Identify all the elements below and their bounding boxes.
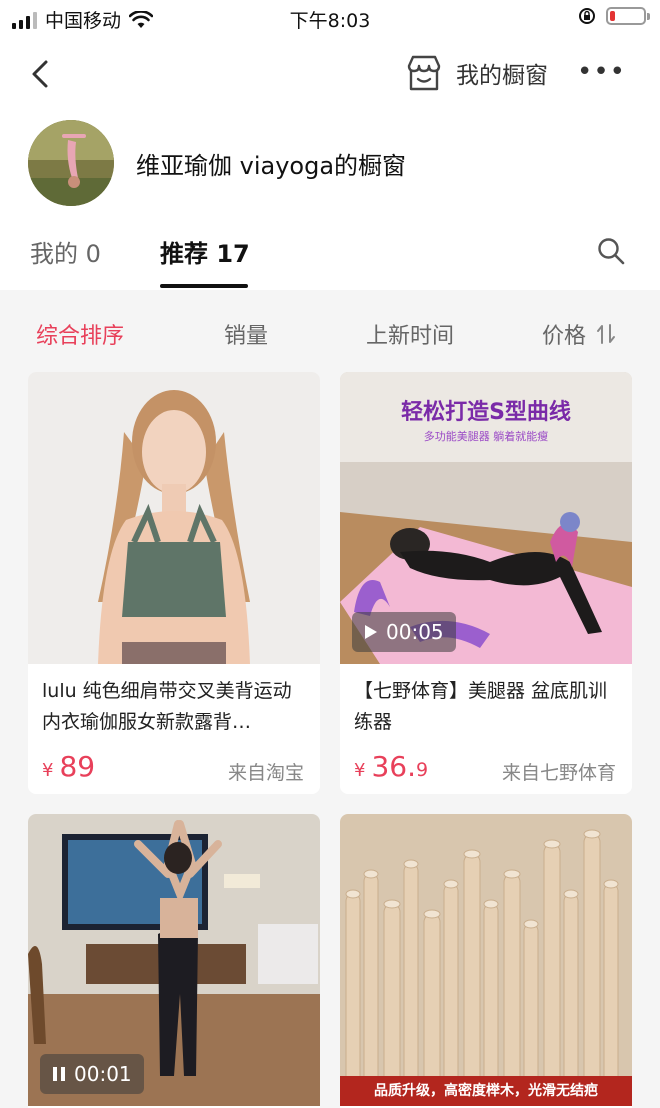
my-showcase-label: 我的橱窗 bbox=[456, 63, 548, 89]
product-card[interactable]: 轻松打造S型曲线 多功能美腿器 躺着就能瘦 00:05 【七野体育】美腿器 盆底… bbox=[340, 372, 632, 794]
promo-headline: 轻松打造S型曲线 bbox=[401, 400, 571, 425]
sort-price[interactable]: 价格 bbox=[542, 318, 616, 350]
back-chevron-icon[interactable] bbox=[22, 56, 58, 92]
status-bar: 中国移动 下午8:03 bbox=[0, 0, 660, 36]
storefront-icon bbox=[407, 55, 441, 91]
video-duration-badge[interactable]: 00:01 bbox=[40, 1054, 144, 1094]
video-duration-badge[interactable]: 00:05 bbox=[352, 612, 456, 652]
price-integer: 36. bbox=[371, 750, 416, 783]
product-title: lulu 纯色细肩带交叉美背运动内衣瑜伽服女新款露背… bbox=[42, 680, 292, 733]
product-source: 来自淘宝 bbox=[227, 762, 304, 784]
product-image-sports-bra[interactable] bbox=[28, 372, 320, 664]
product-footer: ¥89 来自淘宝 bbox=[28, 744, 320, 788]
search-icon[interactable] bbox=[596, 236, 626, 266]
sort-comprehensive[interactable]: 综合排序 bbox=[36, 318, 124, 350]
product-price: ¥36.9 bbox=[354, 750, 428, 783]
currency-symbol: ¥ bbox=[354, 760, 366, 781]
product-image-banner: 品质升级，高密度榉木，光滑无结疤 bbox=[340, 1076, 632, 1106]
sort-price-label: 价格 bbox=[542, 324, 587, 349]
status-right bbox=[578, 7, 650, 25]
sort-sales[interactable]: 销量 bbox=[224, 318, 268, 350]
more-dots-icon[interactable]: ••• bbox=[577, 59, 626, 85]
product-card[interactable]: lulu 纯色细肩带交叉美背运动内衣瑜伽服女新款露背… ¥89 来自淘宝 bbox=[28, 372, 320, 794]
product-image-wooden-sticks[interactable]: 品质升级，高密度榉木，光滑无结疤 bbox=[340, 814, 632, 1106]
battery-icon bbox=[606, 7, 650, 25]
tab-bar: 我的 0 推荐 17 bbox=[0, 226, 660, 290]
product-title: 【七野体育】美腿器 盆底肌训练器 bbox=[354, 680, 608, 733]
promo-subline: 多功能美腿器 躺着就能瘦 bbox=[423, 430, 549, 443]
rotation-lock-icon bbox=[579, 8, 595, 24]
video-duration: 00:05 bbox=[386, 620, 444, 644]
product-image-yoga-video[interactable]: 00:01 bbox=[28, 814, 320, 1106]
shop-name: 维亚瑜伽 viayoga的橱窗 bbox=[136, 152, 407, 180]
play-icon bbox=[365, 625, 377, 639]
sort-newest[interactable]: 上新时间 bbox=[366, 318, 454, 350]
video-duration: 00:01 bbox=[74, 1062, 132, 1086]
pause-icon bbox=[53, 1067, 65, 1081]
product-image-leg-trainer[interactable]: 轻松打造S型曲线 多功能美腿器 躺着就能瘦 00:05 bbox=[340, 372, 632, 664]
sort-bar: 综合排序 销量 上新时间 价格 bbox=[0, 290, 660, 372]
shop-avatar[interactable] bbox=[28, 120, 114, 206]
tab-recommended[interactable]: 推荐 17 bbox=[160, 234, 250, 269]
product-card[interactable]: 00:01 bbox=[28, 814, 320, 1108]
product-card[interactable]: 品质升级，高密度榉木，光滑无结疤 bbox=[340, 814, 632, 1108]
product-source: 来自七野体育 bbox=[501, 762, 616, 784]
sort-arrows-icon bbox=[597, 324, 616, 344]
product-price: ¥89 bbox=[42, 750, 95, 783]
my-showcase-button[interactable]: 我的橱窗 bbox=[404, 54, 548, 92]
price-integer: 89 bbox=[59, 750, 96, 783]
status-time: 下午8:03 bbox=[289, 10, 371, 32]
product-footer: ¥36.9 来自七野体育 bbox=[340, 744, 632, 788]
currency-symbol: ¥ bbox=[42, 760, 54, 781]
tab-mine[interactable]: 我的 0 bbox=[30, 234, 101, 269]
active-tab-indicator bbox=[160, 284, 248, 288]
price-decimal: 9 bbox=[415, 759, 429, 781]
nav-bar: 我的橱窗 ••• bbox=[0, 44, 660, 104]
product-list-area: 综合排序 销量 上新时间 价格 lulu 纯色细肩带交叉美背运动内衣瑜伽服女新款… bbox=[0, 290, 660, 1108]
